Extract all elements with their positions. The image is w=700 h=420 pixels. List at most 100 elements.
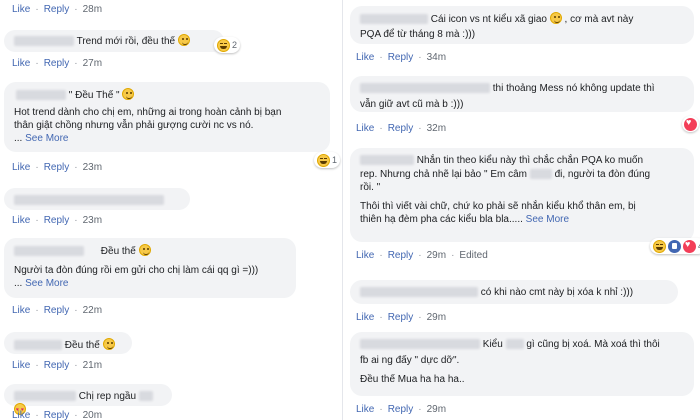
comment-meta: Like · Reply · 32m bbox=[356, 123, 447, 135]
like-link[interactable]: Like bbox=[12, 410, 30, 420]
smile-emoji-icon bbox=[138, 244, 151, 256]
blurred-name bbox=[360, 83, 490, 94]
like-link[interactable]: Like bbox=[356, 312, 374, 324]
see-more-link[interactable]: See More bbox=[25, 133, 68, 144]
like-link[interactable]: Like bbox=[12, 58, 30, 70]
blurred-fragment bbox=[138, 391, 153, 402]
comment-line: thiên hạ đèm pha các kiểu bla bla..... bbox=[360, 214, 523, 225]
reply-link[interactable]: Reply bbox=[44, 305, 70, 317]
comment-meta: Like · Reply · 29m bbox=[356, 312, 447, 324]
like-link[interactable]: Like bbox=[356, 123, 374, 135]
comment-meta: Like · Reply · 23m bbox=[12, 215, 103, 227]
comment-meta: Like · Reply · 21m bbox=[12, 360, 103, 372]
comment-line: đi, người ta đòn đúng bbox=[554, 169, 651, 180]
smile-emoji-icon bbox=[122, 88, 135, 100]
reply-link[interactable]: Reply bbox=[44, 360, 70, 372]
comment-line: vẫn giữ avt cũ mà b :))) bbox=[360, 99, 464, 110]
timestamp: 23m bbox=[82, 215, 103, 226]
comment-line: Kiểu bbox=[482, 339, 503, 350]
see-more-link[interactable]: See More bbox=[25, 278, 68, 289]
haha-reaction-icon bbox=[653, 239, 666, 253]
reply-link[interactable]: Reply bbox=[44, 162, 70, 174]
comment-line: Nhắn tin theo kiểu này thì chắc chắn PQA… bbox=[416, 155, 644, 166]
comment-line: rồi. " bbox=[360, 182, 381, 193]
timestamp: 21m bbox=[82, 360, 103, 371]
like-link[interactable]: Like bbox=[356, 250, 374, 262]
comment-bubble: Chị rep ngầu bbox=[4, 384, 172, 417]
comment-bubble: có khi nào cmt này bị xóa k nhỉ :))) bbox=[350, 280, 678, 304]
timestamp: 27m bbox=[82, 58, 103, 69]
edited-label: Edited bbox=[459, 250, 488, 261]
comment-line: Cái icon vs nt kiểu xã giao bbox=[430, 14, 547, 25]
timestamp: 29m bbox=[426, 250, 447, 261]
blurred-name bbox=[360, 155, 414, 166]
smile-emoji-icon bbox=[177, 34, 190, 46]
blurred-name bbox=[360, 287, 478, 298]
comment-meta: Like · Reply · 29m · Edited bbox=[356, 250, 488, 262]
like-link[interactable]: Like bbox=[12, 162, 30, 174]
timestamp: 28m bbox=[82, 4, 103, 15]
reply-link[interactable]: Reply bbox=[388, 52, 414, 64]
like-link[interactable]: Like bbox=[356, 52, 374, 64]
reply-link[interactable]: Reply bbox=[388, 250, 414, 262]
comment-bubble: Cái icon vs nt kiểu xã giao , cơ mà avt … bbox=[350, 6, 694, 44]
reaction-badge[interactable]: 2 bbox=[214, 37, 241, 53]
timestamp: 32m bbox=[426, 123, 447, 134]
smile-emoji-icon bbox=[549, 12, 562, 24]
comment-bubble: Nhắn tin theo kiểu này thì chắc chắn PQA… bbox=[350, 148, 694, 242]
comment-line: fb ai ng đấy " dực dỡ". bbox=[360, 355, 460, 366]
haha-reaction-icon bbox=[317, 153, 330, 167]
reaction-count: 2 bbox=[232, 40, 238, 50]
timestamp: 34m bbox=[426, 52, 447, 63]
comment-line: " Đều Thế " bbox=[68, 90, 120, 101]
comment-line: PQA để từ tháng 8 mà :))) bbox=[360, 29, 476, 40]
reply-link[interactable]: Reply bbox=[44, 215, 70, 227]
blurred-name bbox=[16, 90, 66, 101]
haha-reaction-icon bbox=[217, 38, 230, 52]
reaction-badge[interactable]: 4 bbox=[650, 238, 700, 254]
blurred-name bbox=[360, 14, 428, 25]
timestamp: 29m bbox=[426, 312, 447, 323]
comment-text: Trend mới rồi, đều thế bbox=[76, 36, 176, 47]
timestamp: 29m bbox=[426, 404, 447, 415]
reply-link[interactable]: Reply bbox=[44, 4, 70, 16]
comment-line: gì cũng bị xoá. Mà xoá thì thôi bbox=[526, 339, 660, 350]
timestamp: 23m bbox=[82, 162, 103, 173]
like-link[interactable]: Like bbox=[12, 4, 30, 16]
comment-text: có khi nào cmt này bị xóa k nhỉ :))) bbox=[480, 287, 634, 298]
comment-meta: Like · Reply · 34m bbox=[356, 52, 447, 64]
comment-meta: Like · Reply · 29m bbox=[356, 404, 447, 416]
blurred-fragment bbox=[505, 339, 524, 350]
right-comment-panel: Cái icon vs nt kiểu xã giao , cơ mà avt … bbox=[348, 0, 700, 420]
reply-link[interactable]: Reply bbox=[388, 404, 414, 416]
comment-meta: Like · Reply · 23m bbox=[12, 162, 103, 174]
comment-meta: Like · Reply · 22m bbox=[12, 305, 103, 317]
comment-line: thi thoảng Mess nó không update thì bbox=[492, 83, 655, 94]
reaction-badge[interactable] bbox=[682, 116, 699, 132]
comment-bubble: Đều thế bbox=[4, 332, 132, 354]
comment-line: , cơ mà avt này bbox=[564, 14, 634, 25]
reply-link[interactable]: Reply bbox=[44, 410, 70, 420]
like-link[interactable]: Like bbox=[12, 215, 30, 227]
love-reaction-icon bbox=[683, 239, 696, 253]
blurred-name bbox=[14, 246, 84, 257]
comment-bubble bbox=[4, 188, 190, 210]
reply-link[interactable]: Reply bbox=[388, 312, 414, 324]
love-reaction-icon bbox=[684, 117, 697, 131]
blurred-fragment bbox=[529, 169, 552, 180]
timestamp: 22m bbox=[82, 305, 103, 316]
like-link[interactable]: Like bbox=[12, 305, 30, 317]
comment-bubble: thi thoảng Mess nó không update thì vẫn … bbox=[350, 76, 694, 112]
reply-link[interactable]: Reply bbox=[388, 123, 414, 135]
comment-meta: Like · Reply · 20m bbox=[12, 410, 103, 420]
left-comment-panel: Like · Reply · 28m Trend mới rồi, đều thế 2 … bbox=[0, 0, 342, 420]
see-more-link[interactable]: See More bbox=[526, 214, 569, 225]
reaction-badge[interactable]: 1 bbox=[314, 152, 341, 168]
like-link[interactable]: Like bbox=[356, 404, 374, 416]
reply-link[interactable]: Reply bbox=[44, 58, 70, 70]
reaction-count: 1 bbox=[332, 155, 338, 165]
like-link[interactable]: Like bbox=[12, 360, 30, 372]
comment-meta-top: Like · Reply · 28m bbox=[12, 4, 103, 16]
comment-text: Chị rep ngầu bbox=[78, 391, 137, 402]
comment-line: thân giật chồng nhưng vẫn phải gượng cườ… bbox=[14, 120, 254, 131]
